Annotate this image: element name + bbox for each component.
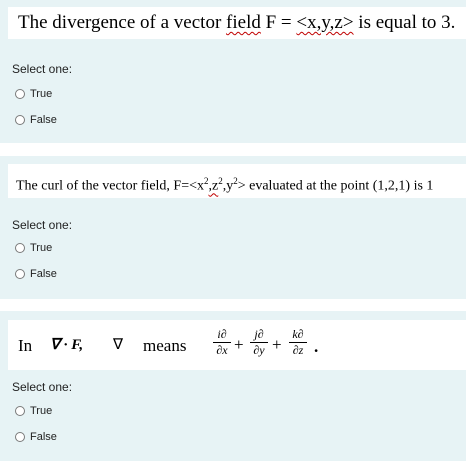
select-one-label: Select one: bbox=[12, 218, 73, 232]
q3-fraction-1: i∂ ∂x bbox=[213, 328, 231, 357]
fraction-denominator: ∂x bbox=[216, 343, 228, 357]
q1-text-post: is equal to 3. bbox=[353, 12, 456, 33]
fraction-denominator: ∂y bbox=[253, 343, 265, 357]
question-1: The divergence of a vector field F = <x,… bbox=[0, 0, 466, 143]
q2-text-post: > evaluated at the point (1,2,1) is 1 bbox=[237, 178, 434, 194]
q1-text-pre: The divergence of a vector bbox=[18, 12, 227, 33]
q2-option-true[interactable]: True bbox=[15, 242, 52, 254]
option-label: True bbox=[30, 242, 53, 254]
q3-period: . bbox=[314, 337, 319, 356]
radio-icon[interactable] bbox=[15, 432, 25, 442]
fraction-denominator: ∂z bbox=[292, 343, 304, 357]
option-label: True bbox=[30, 88, 53, 100]
fraction-numerator: j∂ bbox=[254, 327, 264, 341]
radio-icon[interactable] bbox=[15, 243, 25, 253]
q3-fraction-3: k∂ ∂z bbox=[289, 328, 307, 357]
q3-nabla: ∇ bbox=[113, 337, 124, 353]
fraction-numerator: i∂ bbox=[217, 327, 227, 341]
q3-word-in: In bbox=[18, 336, 33, 355]
q2-text-pre: The curl of the vector field, F=<x bbox=[16, 178, 205, 194]
question-2: The curl of the vector field, F=<x2,z2,y… bbox=[0, 156, 466, 299]
q3-math-expression: In ∇ · F, ∇ means i∂ ∂x + j∂ ∂y + k∂ ∂z … bbox=[18, 320, 458, 370]
q1-text-field: field bbox=[226, 12, 261, 33]
option-label: False bbox=[30, 431, 57, 443]
q2-option-false[interactable]: False bbox=[15, 268, 57, 280]
radio-icon[interactable] bbox=[15, 89, 25, 99]
q1-text-mid: F = bbox=[260, 12, 297, 33]
q3-fraction-2: j∂ ∂y bbox=[250, 328, 268, 357]
fraction-numerator: k∂ bbox=[292, 327, 304, 341]
q3-divergence-expr: ∇ · F, bbox=[50, 337, 84, 353]
question-3: In ∇ · F, ∇ means i∂ ∂x + j∂ ∂y + k∂ ∂z … bbox=[0, 311, 466, 461]
q3-option-true[interactable]: True bbox=[15, 405, 52, 417]
question-2-text: The curl of the vector field, F=<x2,z2,y… bbox=[8, 164, 466, 198]
q1-option-true[interactable]: True bbox=[15, 88, 52, 100]
q1-text-vec: <x,y,z> bbox=[296, 12, 354, 33]
question-1-text: The divergence of a vector field F = <x,… bbox=[8, 7, 466, 39]
q1-option-false[interactable]: False bbox=[15, 114, 57, 126]
q3-option-false[interactable]: False bbox=[15, 431, 57, 443]
option-label: True bbox=[30, 405, 53, 417]
q3-word-means: means bbox=[143, 336, 187, 355]
option-label: False bbox=[30, 114, 57, 126]
select-one-label: Select one: bbox=[12, 62, 73, 76]
q2-text-c: ,y bbox=[222, 178, 234, 194]
q3-plus-2: + bbox=[272, 335, 282, 354]
option-label: False bbox=[30, 268, 57, 280]
question-3-text: In ∇ · F, ∇ means i∂ ∂x + j∂ ∂y + k∂ ∂z … bbox=[8, 320, 466, 370]
radio-icon[interactable] bbox=[15, 115, 25, 125]
q3-plus-1: + bbox=[234, 335, 244, 354]
select-one-label: Select one: bbox=[12, 380, 73, 394]
radio-icon[interactable] bbox=[15, 269, 25, 279]
q2-text-b: ,z bbox=[208, 178, 219, 194]
radio-icon[interactable] bbox=[15, 406, 25, 416]
